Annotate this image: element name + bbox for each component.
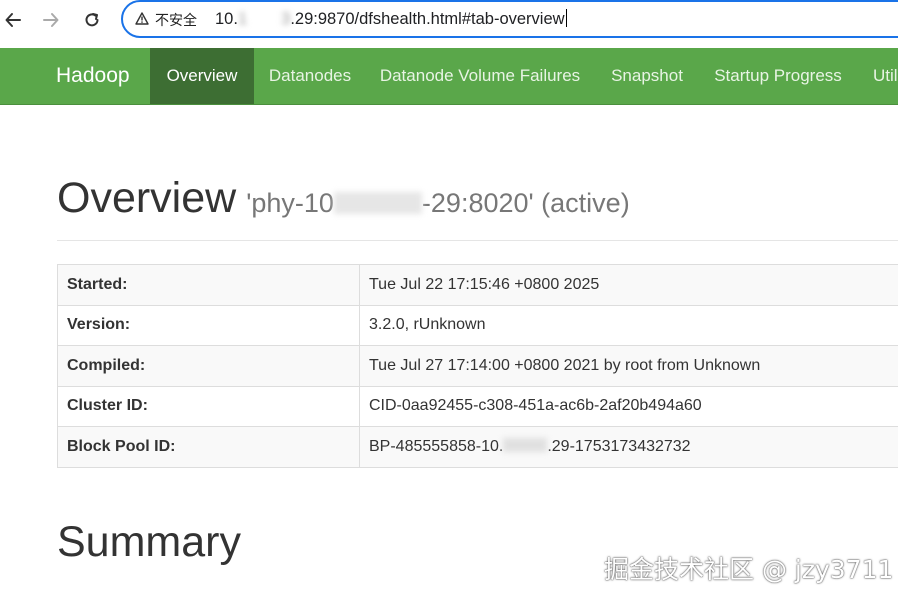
row-key-version: Version:	[57, 304, 360, 346]
table-row: Started: Tue Jul 22 17:15:46 +0800 2025	[57, 264, 898, 306]
url-prefix: 10.	[215, 10, 238, 28]
summary-heading: Summary	[57, 518, 241, 566]
table-row: Cluster ID: CID-0aa92455-c308-451a-ac6b-…	[57, 385, 898, 427]
nav-tab-snapshot[interactable]: Snapshot	[594, 48, 700, 104]
row-key-compiled: Compiled:	[57, 345, 360, 387]
hadoop-navbar: Hadoop Overview Datanodes Datanode Volum…	[0, 48, 898, 105]
namenode-subtitle: 'phy-10 -29:8020' (active)	[246, 188, 629, 219]
forward-button[interactable]	[38, 7, 64, 33]
navbar-brand[interactable]: Hadoop	[56, 48, 130, 104]
table-row: Compiled: Tue Jul 27 17:14:00 +0800 2021…	[57, 345, 898, 387]
text-cursor	[565, 9, 567, 27]
nav-tab-datanode-volume-failures[interactable]: Datanode Volume Failures	[366, 48, 594, 104]
row-value-compiled: Tue Jul 27 17:14:00 +0800 2021 by root f…	[359, 345, 898, 387]
insecure-label[interactable]: 不安全	[155, 10, 197, 30]
subtitle-prefix: 'phy-10	[246, 188, 334, 218]
arrow-left-icon	[5, 13, 21, 27]
row-key-cluster-id: Cluster ID:	[57, 385, 360, 427]
page-header: Overview 'phy-10 -29:8020' (active)	[57, 170, 898, 241]
subtitle-redacted	[333, 192, 422, 214]
browser-toolbar: 不安全 10.1 3.29:9870/dfshealth.html#tab-ove…	[0, 0, 898, 46]
nav-tab-utilities[interactable]: Util	[856, 48, 898, 104]
row-key-block-pool-id: Block Pool ID:	[57, 426, 360, 468]
nav-tab-startup-progress[interactable]: Startup Progress	[700, 48, 856, 104]
row-value-cluster-id: CID-0aa92455-c308-451a-ac6b-2af20b494a60	[359, 385, 898, 427]
reload-button[interactable]	[79, 7, 105, 33]
url-suffix: .29:9870/dfshealth.html#tab-overview	[290, 10, 565, 28]
overview-table: Started: Tue Jul 22 17:15:46 +0800 2025 …	[57, 264, 898, 468]
nav-tab-overview[interactable]: Overview	[150, 48, 254, 104]
block-pool-suffix: .29-1753173432732	[547, 437, 691, 455]
warning-icon[interactable]	[135, 12, 149, 30]
address-bar[interactable]: 不安全 10.1 3.29:9870/dfshealth.html#tab-ove…	[121, 0, 898, 38]
table-row: Version: 3.2.0, rUnknown	[57, 304, 898, 346]
back-button[interactable]	[0, 7, 26, 33]
block-pool-prefix: BP-485555858-10.	[369, 437, 504, 455]
row-value-version: 3.2.0, rUnknown	[359, 304, 898, 346]
subtitle-suffix: -29:8020' (active)	[421, 188, 630, 218]
row-value-started: Tue Jul 22 17:15:46 +0800 2025	[359, 264, 898, 306]
reload-icon	[85, 13, 99, 27]
page-title: Overview	[57, 174, 237, 222]
row-key-started: Started:	[57, 264, 360, 306]
arrow-right-icon	[43, 13, 59, 27]
url-redacted: 1	[237, 10, 248, 28]
url-text[interactable]: 10.1 3.29:9870/dfshealth.html#tab-overvie…	[215, 9, 567, 29]
table-row: Block Pool ID: BP-485555858-10. .29-17531…	[57, 426, 898, 468]
url-redacted-2: 3	[281, 10, 291, 28]
block-pool-redacted	[503, 437, 548, 452]
row-value-block-pool-id: BP-485555858-10. .29-1753173432732	[359, 426, 898, 468]
nav-tab-datanodes[interactable]: Datanodes	[254, 48, 366, 104]
watermark-text: 掘金技术社区 @ jzy3711	[604, 555, 894, 584]
